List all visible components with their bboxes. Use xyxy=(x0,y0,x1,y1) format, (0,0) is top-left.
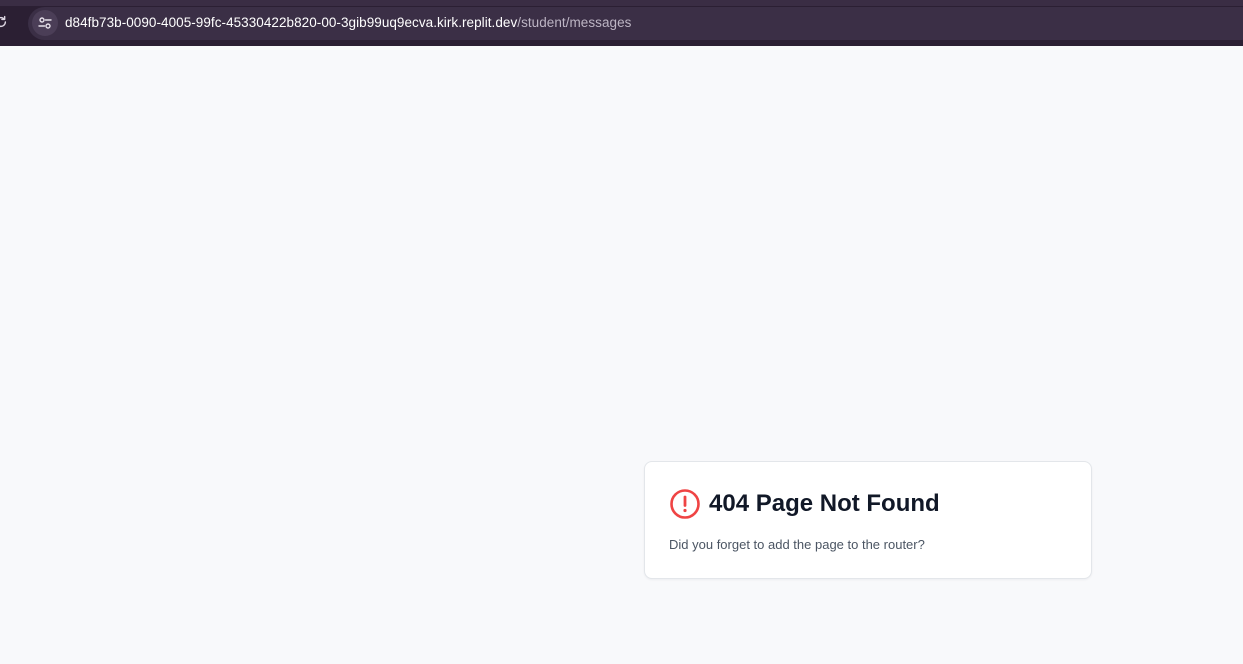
page-title: 404 Page Not Found xyxy=(709,490,940,517)
tab-strip xyxy=(0,0,1243,6)
url-path: /student/messages xyxy=(517,15,632,30)
url-text[interactable]: d84fb73b-0090-4005-99fc-45330422b820-00-… xyxy=(65,15,631,30)
tune-icon xyxy=(38,17,52,29)
address-bar[interactable]: d84fb73b-0090-4005-99fc-45330422b820-00-… xyxy=(28,7,1243,40)
error-message: Did you forget to add the page to the ro… xyxy=(669,537,925,552)
not-found-card: 404 Page Not Found Did you forget to add… xyxy=(644,461,1092,579)
card-header: 404 Page Not Found xyxy=(669,488,940,520)
browser-toolbar: d84fb73b-0090-4005-99fc-45330422b820-00-… xyxy=(0,0,1243,46)
url-host: d84fb73b-0090-4005-99fc-45330422b820-00-… xyxy=(65,15,518,30)
page-content: 404 Page Not Found Did you forget to add… xyxy=(0,46,1243,664)
reload-icon[interactable] xyxy=(0,15,8,29)
site-info-icon[interactable] xyxy=(32,10,58,36)
alert-circle-icon xyxy=(670,489,700,519)
